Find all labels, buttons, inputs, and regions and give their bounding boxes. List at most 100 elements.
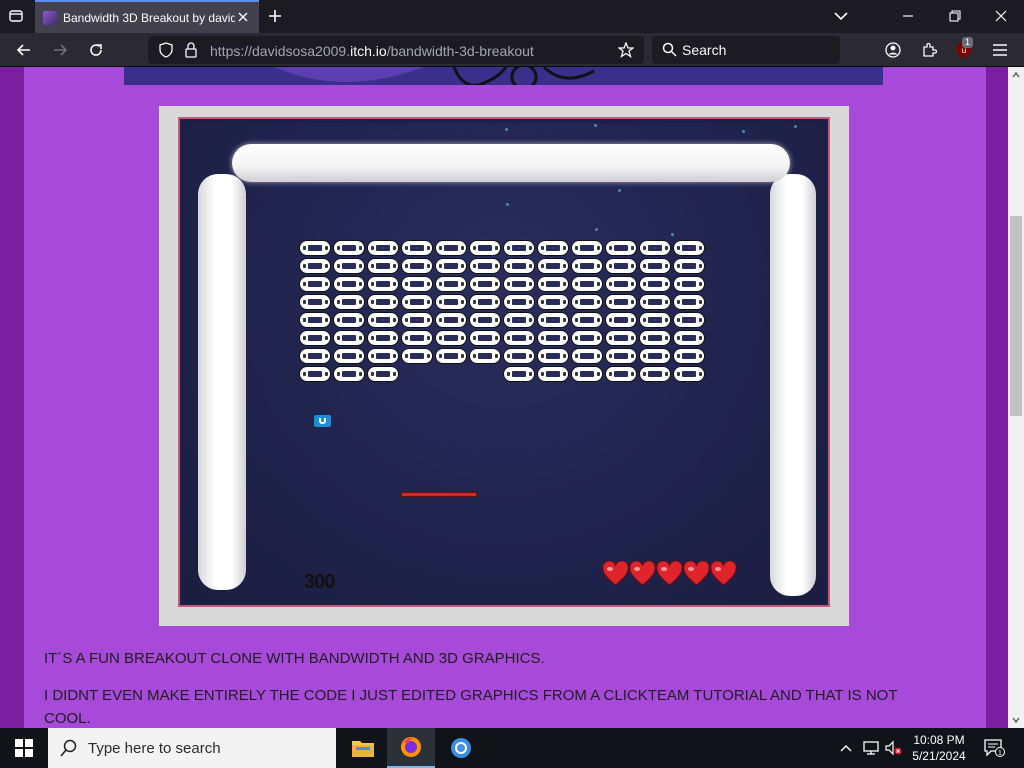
taskbar-clock[interactable]: 10:08 PM 5/21/2024 <box>904 732 974 764</box>
description-line-2: I DIDNT EVEN MAKE ENTIRELY THE CODE I JU… <box>44 687 898 727</box>
taskbar-search-box[interactable]: Type here to search <box>48 728 336 768</box>
list-all-tabs-button[interactable] <box>827 4 855 28</box>
extensions-button[interactable] <box>917 38 941 62</box>
scrollbar-thumb[interactable] <box>1010 216 1022 416</box>
brick <box>469 294 501 310</box>
brick <box>503 240 535 256</box>
tab-active[interactable]: Bandwidth 3D Breakout by david <box>35 0 259 33</box>
ball-magnet-icon <box>319 418 326 424</box>
scroll-down-button[interactable] <box>1008 712 1024 728</box>
taskbar-firefox[interactable] <box>387 728 435 768</box>
star-decoration <box>594 124 597 127</box>
tab-list-button[interactable] <box>4 4 28 28</box>
address-bar[interactable]: https://davidsosa2009.itch.io/bandwidth-… <box>148 36 644 64</box>
brick <box>639 366 671 382</box>
minimize-button[interactable] <box>894 4 922 28</box>
menu-button[interactable] <box>988 38 1012 62</box>
brick <box>537 294 569 310</box>
url-text[interactable]: https://davidsosa2009.itch.io/bandwidth-… <box>210 43 534 59</box>
brick <box>673 276 705 292</box>
tab-list-icon <box>9 10 23 22</box>
tray-volume[interactable] <box>882 728 904 768</box>
forward-button[interactable] <box>48 38 72 62</box>
heart-icon <box>710 561 737 586</box>
brick <box>605 330 637 346</box>
tab-title: Bandwidth 3D Breakout by david <box>63 10 235 25</box>
close-icon <box>238 12 248 22</box>
bookmark-star-icon[interactable] <box>618 42 634 58</box>
brick <box>299 330 331 346</box>
brick <box>503 330 535 346</box>
brick <box>469 240 501 256</box>
shield-icon[interactable] <box>158 42 174 58</box>
game-canvas[interactable]: 300 <box>178 117 830 607</box>
back-button[interactable] <box>12 38 36 62</box>
brick <box>435 348 467 364</box>
brick <box>673 258 705 274</box>
lock-icon[interactable] <box>184 42 198 58</box>
brick <box>401 294 433 310</box>
brick <box>367 348 399 364</box>
account-button[interactable] <box>881 38 905 62</box>
brick <box>639 330 671 346</box>
tray-overflow-button[interactable] <box>836 728 856 768</box>
brick <box>401 348 433 364</box>
brick <box>401 240 433 256</box>
tray-network[interactable] <box>860 728 882 768</box>
url-path: /bandwidth-3d-breakout <box>386 43 534 59</box>
restore-button[interactable] <box>941 4 969 28</box>
taskbar-chrome[interactable] <box>437 728 485 768</box>
brick <box>299 276 331 292</box>
score-display: 300 <box>304 571 335 593</box>
reload-button[interactable] <box>84 38 108 62</box>
close-window-button[interactable] <box>987 4 1015 28</box>
hamburger-icon <box>993 44 1007 56</box>
brick <box>503 348 535 364</box>
brick <box>333 366 365 382</box>
page-viewport: 300 IT´S A FUN BREAKOUT CLONE WITH BANDW… <box>0 67 1008 728</box>
arrow-left-icon <box>16 44 30 56</box>
brick <box>299 258 331 274</box>
ball <box>314 415 331 427</box>
banner-art <box>124 67 883 85</box>
notification-center-button[interactable]: 1 <box>980 728 1008 768</box>
clock-date: 5/21/2024 <box>912 749 966 763</box>
puzzle-icon <box>923 42 937 57</box>
brick <box>537 276 569 292</box>
brick <box>605 240 637 256</box>
notification-count: 1 <box>998 750 1002 757</box>
brick <box>605 312 637 328</box>
brick <box>401 330 433 346</box>
brick <box>571 294 603 310</box>
navigation-bar: https://davidsosa2009.itch.io/bandwidth-… <box>0 33 1024 67</box>
search-bar[interactable]: Search <box>652 36 840 64</box>
close-icon <box>995 10 1007 22</box>
brick <box>537 258 569 274</box>
brick <box>571 258 603 274</box>
brick <box>367 258 399 274</box>
heart-icon <box>602 561 629 586</box>
brick <box>333 348 365 364</box>
brick <box>503 258 535 274</box>
brick <box>469 330 501 346</box>
new-tab-button[interactable] <box>264 5 286 27</box>
lives-display <box>602 561 737 587</box>
heart-icon <box>629 561 656 586</box>
volume-muted-icon <box>885 740 902 756</box>
brick <box>299 294 331 310</box>
brick <box>435 294 467 310</box>
page-content: 300 IT´S A FUN BREAKOUT CLONE WITH BANDW… <box>24 67 986 728</box>
brick <box>469 258 501 274</box>
start-button[interactable] <box>0 728 48 768</box>
brick <box>401 276 433 292</box>
tab-close-button[interactable] <box>235 9 251 25</box>
taskbar-file-explorer[interactable] <box>339 728 387 768</box>
brick <box>469 348 501 364</box>
brick <box>299 240 331 256</box>
paddle[interactable] <box>401 492 477 497</box>
page-scrollbar[interactable] <box>1008 67 1024 728</box>
taskbar-search-placeholder: Type here to search <box>88 740 221 757</box>
scroll-up-button[interactable] <box>1008 67 1024 83</box>
brick <box>503 294 535 310</box>
game-embed-frame[interactable]: 300 <box>159 106 849 626</box>
